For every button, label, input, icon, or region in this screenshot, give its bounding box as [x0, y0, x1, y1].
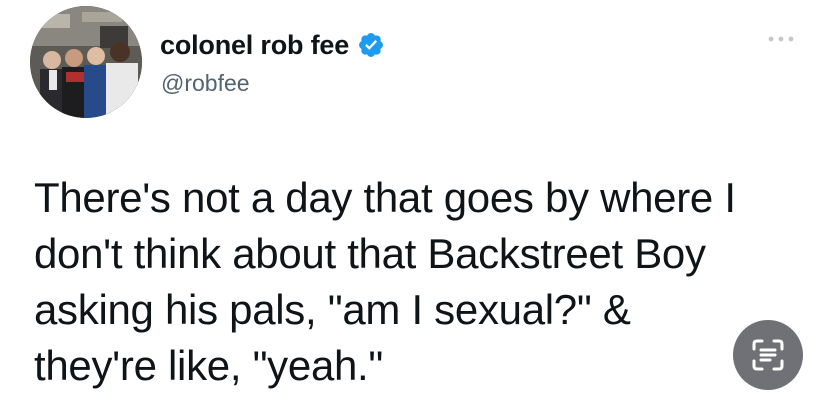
- tweet-text: There's not a day that goes by where I d…: [34, 170, 814, 394]
- tweet-text-line: they're like, "yeah.": [34, 342, 384, 389]
- tweet-text-line: don't think about that Backstreet Boy: [34, 230, 706, 277]
- live-text-scan-icon: [752, 339, 784, 371]
- avatar[interactable]: [30, 6, 142, 118]
- live-text-scan-button[interactable]: [733, 320, 803, 390]
- user-handle[interactable]: @robfee: [161, 70, 250, 97]
- author-name-row[interactable]: colonel rob fee: [160, 28, 385, 62]
- tweet-text-line: There's not a day that goes by where I: [34, 174, 736, 221]
- avatar-photo: [30, 6, 142, 118]
- display-name[interactable]: colonel rob fee: [160, 30, 349, 61]
- more-dots-icon[interactable]: [765, 32, 797, 46]
- tweet-text-line: asking his pals, "am I sexual?" &: [34, 286, 631, 333]
- tweet-card: colonel rob fee @robfee There's not a da…: [0, 0, 828, 406]
- verified-badge-icon: [357, 31, 385, 59]
